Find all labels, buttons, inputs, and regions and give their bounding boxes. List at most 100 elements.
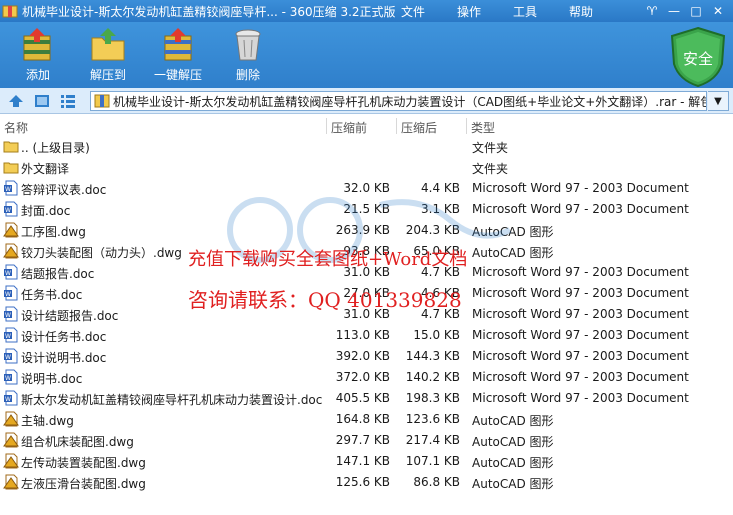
column-header: 名称 压缩前 压缩后 类型	[0, 116, 733, 136]
file-size-after: 86.8 KB	[413, 475, 460, 489]
window-controls: ♈ — □ ✕	[641, 2, 729, 20]
menu-file[interactable]: 文件	[401, 3, 425, 20]
file-name: 左传动装置装配图.dwg	[21, 456, 146, 470]
maximize-button[interactable]: □	[685, 2, 707, 20]
file-name: 组合机床装配图.dwg	[21, 435, 134, 449]
folder-icon	[3, 159, 19, 175]
dwg-icon	[3, 411, 19, 427]
word-doc-icon: W	[3, 201, 19, 217]
file-name: 左液压滑台装配图.dwg	[21, 477, 146, 491]
file-type: AutoCAD 图形	[472, 456, 554, 470]
menu-tools[interactable]: 工具	[513, 3, 537, 20]
file-row[interactable]: 主轴.dwg 164.8 KB 123.6 KB AutoCAD 图形	[0, 409, 733, 430]
dwg-icon	[3, 243, 19, 259]
file-name: 结题报告.doc	[21, 267, 95, 281]
skin-icon[interactable]: ♈	[641, 2, 663, 20]
file-name: 主轴.dwg	[21, 414, 74, 428]
svg-text:W: W	[5, 333, 11, 340]
file-row[interactable]: W 设计说明书.doc 392.0 KB 144.3 KB Microsoft Word…	[0, 346, 733, 367]
address-path-field[interactable]: 机械毕业设计-斯太尔发动机缸盖精铰阀座导杆孔机床动力装置设计（CAD图纸+毕业论…	[90, 91, 707, 111]
trash-icon	[235, 29, 261, 61]
file-row[interactable]: W 说明书.doc 372.0 KB 140.2 KB Microsoft Word 9…	[0, 367, 733, 388]
file-type: 文件夹	[472, 162, 509, 176]
dwg-icon	[3, 474, 19, 490]
close-button[interactable]: ✕	[707, 2, 729, 20]
file-type: AutoCAD 图形	[472, 435, 554, 449]
file-row[interactable]: W 斯太尔发动机缸盖精铰阀座导杆孔机床动力装置设计.doc 405.5 KB 198.…	[0, 388, 733, 409]
file-size-after: 107.1 KB	[405, 454, 460, 468]
delete-button[interactable]: 删除	[226, 26, 270, 83]
file-size-after: 140.2 KB	[405, 370, 460, 384]
address-path: 机械毕业设计-斯太尔发动机缸盖精铰阀座导杆孔机床动力装置设计（CAD图纸+毕业论…	[113, 94, 707, 109]
promo-text-download: 充值下载购买全套图纸+Word文档	[188, 249, 468, 270]
file-row[interactable]: 左传动装置装配图.dwg 147.1 KB 107.1 KB AutoCAD 图形	[0, 451, 733, 472]
file-row[interactable]: 外文翻译 文件夹	[0, 157, 733, 178]
file-size-before: 297.7 KB	[335, 433, 390, 447]
file-type: Microsoft Word 97 - 2003 Document	[472, 391, 689, 405]
svg-text:W: W	[5, 312, 11, 319]
promo-text-contact: 咨询请联系：QQ 401339828	[188, 288, 462, 312]
word-doc-icon: W	[3, 180, 19, 196]
chevron-down-icon: ▼	[714, 96, 722, 107]
file-name: 封面.doc	[21, 204, 71, 218]
file-name: 设计结题报告.doc	[21, 309, 119, 323]
file-name: 工序图.dwg	[21, 225, 86, 239]
column-type[interactable]: 类型	[471, 119, 495, 136]
svg-text:W: W	[5, 186, 11, 193]
column-compressed[interactable]: 压缩前	[331, 119, 367, 136]
minimize-button[interactable]: —	[663, 2, 685, 20]
word-doc-icon: W	[3, 369, 19, 385]
word-doc-icon: W	[3, 306, 19, 322]
file-row[interactable]: W 设计任务书.doc 113.0 KB 15.0 KB Microsoft Word …	[0, 325, 733, 346]
file-name: 铰刀头装配图（动力头）.dwg	[21, 246, 182, 260]
column-original[interactable]: 压缩后	[401, 119, 437, 136]
column-divider[interactable]	[396, 118, 397, 134]
svg-text:W: W	[5, 291, 11, 298]
file-size-after: 144.3 KB	[405, 349, 460, 363]
extract-folder-icon	[91, 28, 125, 61]
file-size-before: 113.0 KB	[335, 328, 390, 342]
extract-button[interactable]: 解压到	[86, 26, 130, 83]
file-name: 任务书.doc	[21, 288, 83, 302]
security-label: 安全	[683, 50, 713, 68]
word-doc-icon: W	[3, 390, 19, 406]
menu-help[interactable]: 帮助	[569, 3, 593, 20]
dwg-icon	[3, 432, 19, 448]
dwg-icon	[3, 453, 19, 469]
folder-up-icon	[3, 138, 19, 154]
menu-operation[interactable]: 操作	[457, 3, 481, 20]
column-divider[interactable]	[466, 118, 467, 134]
file-row[interactable]: 左液压滑台装配图.dwg 125.6 KB 86.8 KB AutoCAD 图形	[0, 472, 733, 493]
file-size-before: 147.1 KB	[335, 454, 390, 468]
add-button[interactable]: 添加	[16, 26, 60, 83]
list-view-icon[interactable]	[60, 93, 76, 109]
file-size-before: 392.0 KB	[335, 349, 390, 363]
file-name: 设计说明书.doc	[21, 351, 107, 365]
column-name[interactable]: 名称	[4, 119, 28, 136]
svg-text:W: W	[5, 354, 11, 361]
thumbnail-view-icon[interactable]	[34, 93, 50, 109]
file-size-after: 217.4 KB	[405, 433, 460, 447]
file-size-before: 405.5 KB	[335, 391, 390, 405]
file-row[interactable]: 组合机床装配图.dwg 297.7 KB 217.4 KB AutoCAD 图形	[0, 430, 733, 451]
word-doc-icon: W	[3, 264, 19, 280]
file-size-after: 198.3 KB	[405, 391, 460, 405]
add-label: 添加	[25, 68, 50, 82]
file-name: 斯太尔发动机缸盖精铰阀座导杆孔机床动力装置设计.doc	[21, 393, 323, 407]
file-type: Microsoft Word 97 - 2003 Document	[472, 328, 689, 342]
address-bar: 机械毕业设计-斯太尔发动机缸盖精铰阀座导杆孔机床动力装置设计（CAD图纸+毕业论…	[0, 88, 733, 114]
word-doc-icon: W	[3, 327, 19, 343]
up-arrow-icon[interactable]	[8, 93, 24, 109]
one-click-extract-button[interactable]: 一键解压	[150, 26, 206, 83]
address-dropdown-button[interactable]: ▼	[708, 91, 729, 111]
file-type: Microsoft Word 97 - 2003 Document	[472, 370, 689, 384]
file-name: 设计任务书.doc	[21, 330, 107, 344]
file-row[interactable]: .. (上级目录) 文件夹	[0, 136, 733, 157]
svg-text:W: W	[5, 207, 11, 214]
column-divider[interactable]	[326, 118, 327, 134]
file-type: 文件夹	[472, 141, 509, 155]
one-click-extract-icon	[164, 28, 192, 61]
rar-archive-icon	[94, 94, 110, 108]
security-shield-icon[interactable]: 安全	[667, 26, 729, 88]
menu-bar: 文件 操作 工具 帮助	[401, 3, 625, 20]
